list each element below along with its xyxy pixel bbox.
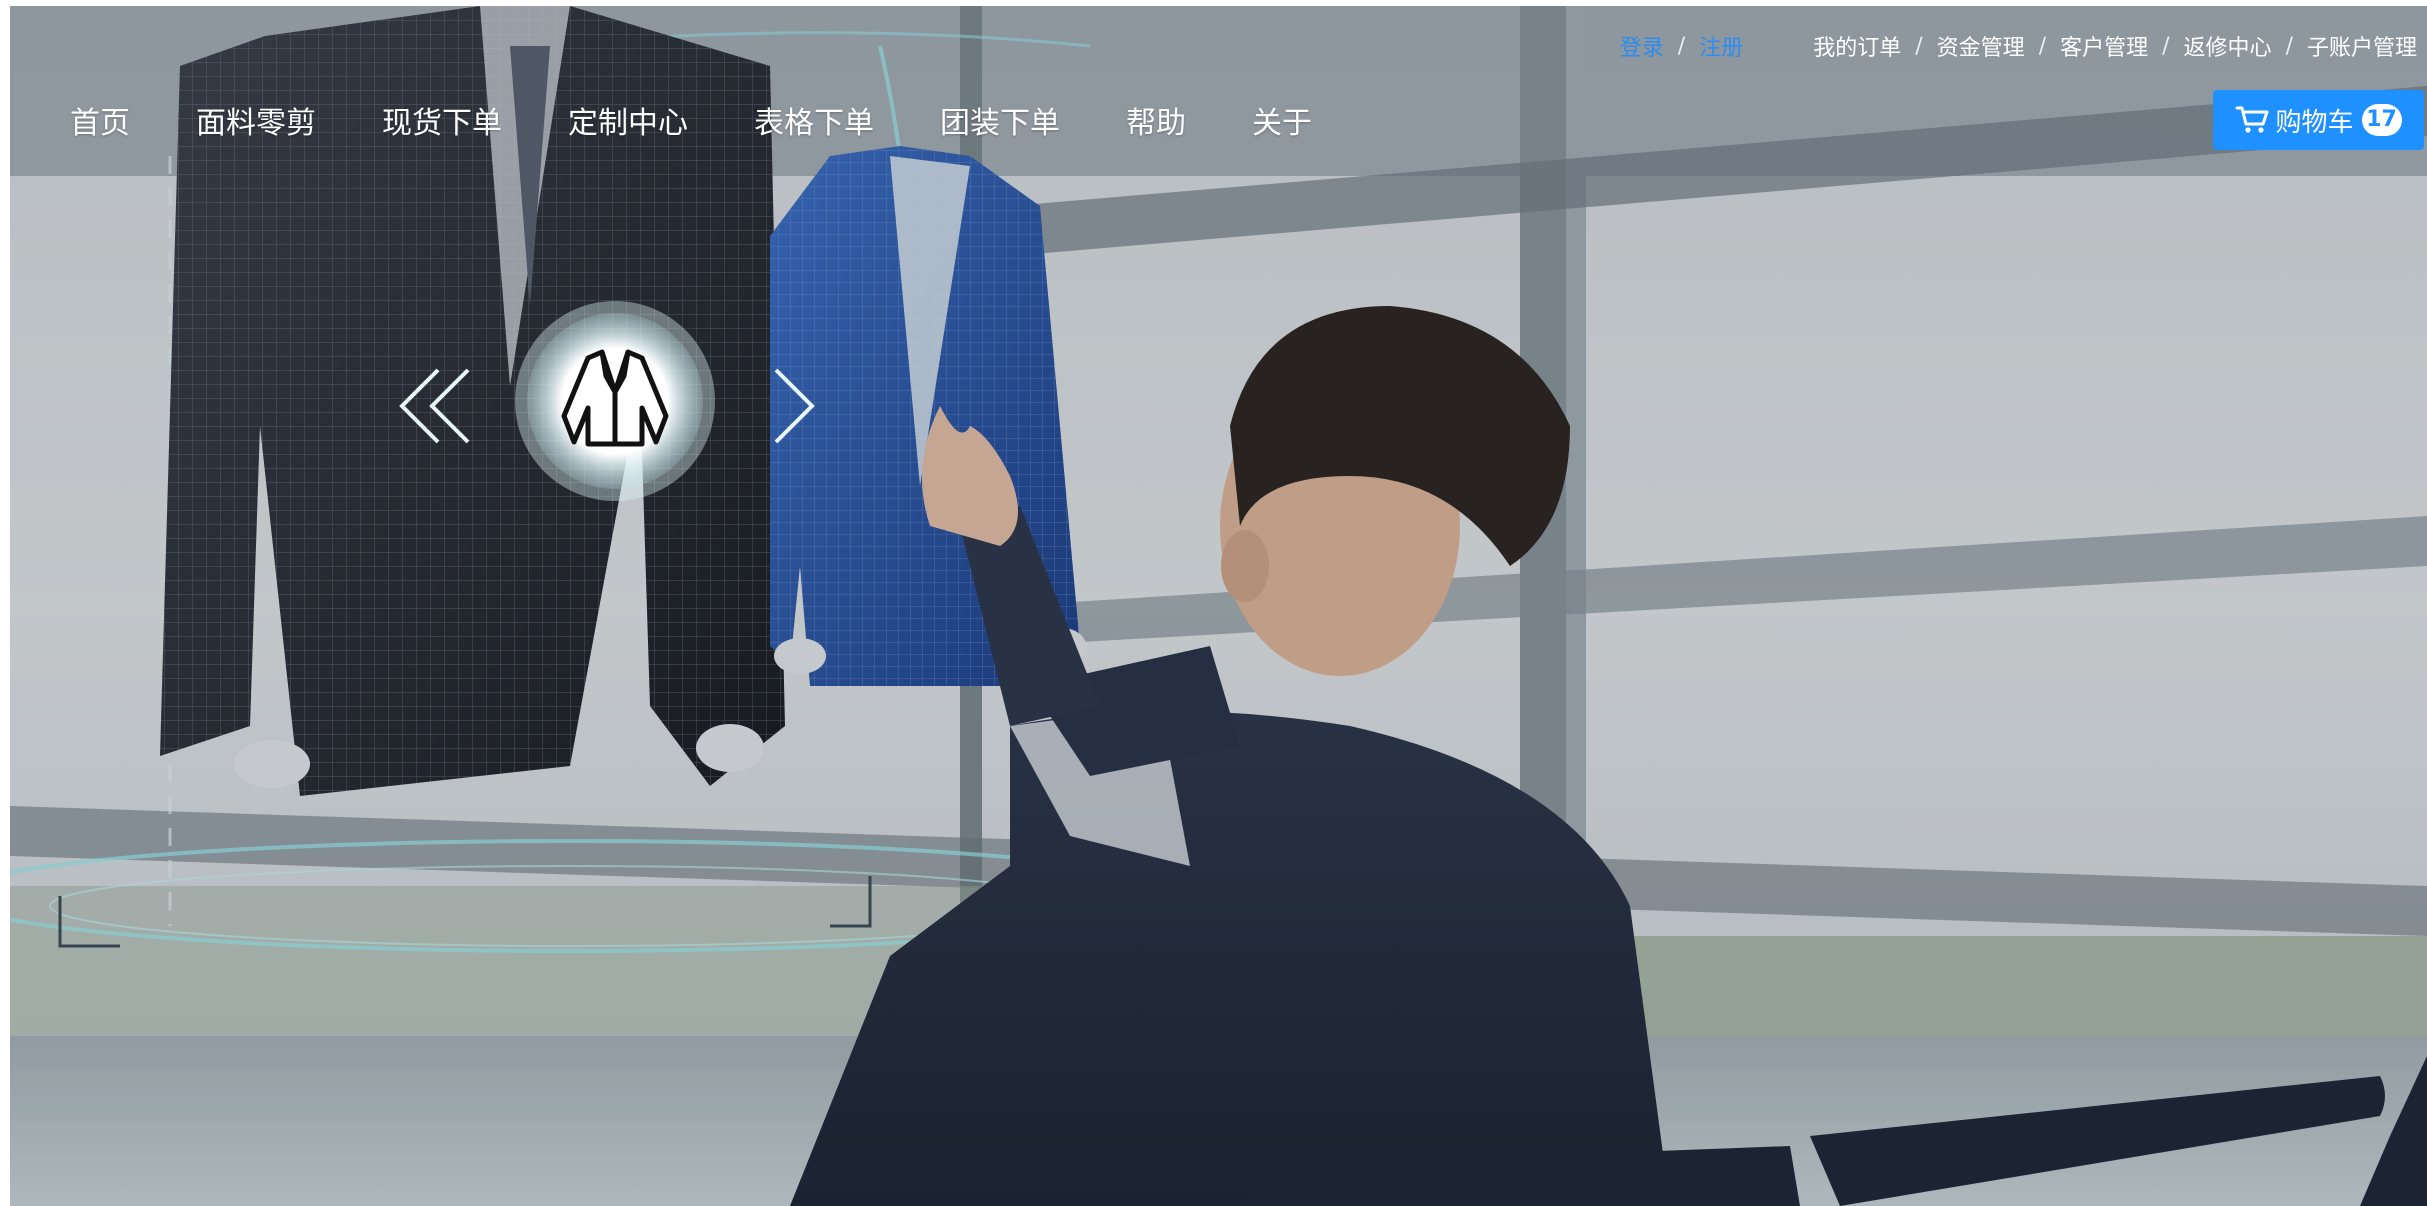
- separator: /: [1915, 33, 1923, 59]
- my-orders-link[interactable]: 我的订单: [1813, 30, 1901, 62]
- nav-item-about[interactable]: 关于: [1252, 98, 1312, 142]
- double-chevron-left-icon[interactable]: [390, 366, 480, 446]
- register-link[interactable]: 注册: [1699, 30, 1743, 62]
- cart-label: 购物车: [2275, 107, 2354, 138]
- login-link[interactable]: 登录: [1620, 30, 1664, 62]
- jacket-icon[interactable]: [510, 296, 720, 506]
- nav-item-form-order[interactable]: 表格下单: [754, 98, 874, 142]
- cart-count-badge: 17: [2361, 104, 2402, 136]
- customer-management-link[interactable]: 客户管理: [2060, 30, 2148, 62]
- hero-scene: [10, 6, 2427, 1206]
- funds-management-link[interactable]: 资金管理: [1937, 30, 2025, 62]
- repair-center-link[interactable]: 返修中心: [2184, 30, 2272, 62]
- sub-account-management-link[interactable]: 子账户管理: [2307, 30, 2417, 62]
- app-root: 登录 / 注册 我的订单 / 资金管理 / 客户管理 / 返修中心 / 子账户管…: [0, 0, 2427, 1206]
- separator: /: [2285, 33, 2293, 59]
- nav-item-help[interactable]: 帮助: [1126, 98, 1186, 142]
- separator: /: [1677, 33, 1686, 59]
- separator: /: [2162, 33, 2170, 59]
- cart-button[interactable]: 购物车 17: [2213, 90, 2424, 150]
- nav-item-stock-order[interactable]: 现货下单: [382, 98, 502, 142]
- nav-item-custom-center[interactable]: 定制中心: [568, 98, 688, 142]
- chevron-right-icon[interactable]: [760, 366, 830, 446]
- main-nav: 首页 面料零剪 现货下单 定制中心 表格下单 团装下单 帮助 关于: [70, 96, 1378, 144]
- nav-item-fabric-cutting[interactable]: 面料零剪: [196, 98, 316, 142]
- top-utility-bar: 登录 / 注册 我的订单 / 资金管理 / 客户管理 / 返修中心 / 子账户管…: [1620, 30, 2417, 62]
- nav-item-group-order[interactable]: 团装下单: [940, 98, 1060, 142]
- nav-item-home[interactable]: 首页: [70, 98, 130, 142]
- separator: /: [2038, 33, 2047, 59]
- hero-banner: [10, 6, 2427, 1206]
- cart-icon: [2235, 106, 2269, 133]
